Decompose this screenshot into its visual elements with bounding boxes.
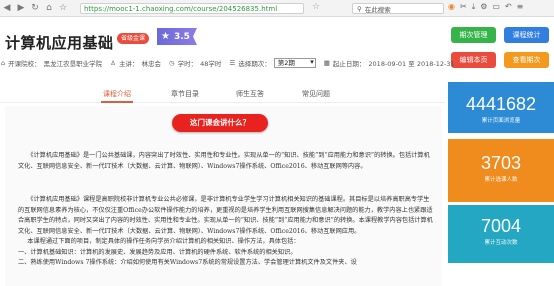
stat-page-views-value: 4441682: [465, 94, 537, 114]
hours-icon: ◷: [168, 58, 175, 67]
host-icon: ♙: [110, 58, 116, 67]
star-icon: ★: [161, 31, 170, 42]
dates-value: 2018-09-01 至 2018-12-31: [368, 59, 455, 68]
stat-enrollments-value: 3703: [480, 153, 522, 173]
intro-text-2: 《计算机应用基础》课程是高职院校非计算机专业公共必修课，是非计算机专业学生学习计…: [18, 196, 433, 235]
stat-enrollments-label: 累计选课人数: [484, 177, 518, 183]
cut-icon[interactable]: ✂: [460, 2, 467, 12]
school-label: 开课院校：: [8, 59, 41, 68]
period-icon: ☰: [229, 58, 236, 67]
stat-page-views-label: 累计页面浏览量: [481, 118, 521, 124]
intro-paragraph-2: 《计算机应用基础》课程是高职院校非计算机专业公共必修课，是非计算机专业学生学习计…: [18, 195, 433, 269]
undo-icon[interactable]: ↶: [505, 2, 512, 12]
course-stats-button[interactable]: 课程统计: [504, 27, 549, 43]
bookmark-star-icon[interactable]: ☆: [56, 3, 70, 13]
window-icon[interactable]: ▭: [492, 2, 500, 12]
host-name: 林忠会: [141, 59, 161, 68]
extension-icon[interactable]: ◉: [448, 2, 455, 12]
course-header: 计算机应用基础 省级金课 ★ 3.5 期次管理 课程统计 编辑本页 查看期次 ⌂…: [0, 18, 554, 76]
course-intro-content: 这门课会讲什么？ 《计算机应用基础》是一门公共基础课，内容突出了时效性、实用性和…: [5, 106, 442, 286]
back-icon[interactable]: ◀: [0, 3, 14, 13]
dates-label: 起止日期：: [332, 59, 366, 68]
search-placeholder: 在此搜索: [364, 5, 391, 14]
host-label: 主讲：: [118, 59, 139, 68]
hours-label: 学时：: [177, 59, 198, 68]
tab-qa[interactable]: 师生互答: [236, 89, 264, 99]
tab-chapters[interactable]: 章节目录: [171, 89, 199, 99]
course-level-badge: 省级金课: [117, 33, 150, 44]
browser-extension-icons: ◉ ✂ ⤓ ⚙ ▭ ↶ ≡: [448, 2, 523, 12]
menu-icon[interactable]: ≡: [517, 2, 524, 12]
dates-icon: ▦: [323, 58, 330, 67]
intro-text-5: 二、熟练使用Windows 7操作系统：介绍如何使用有关Windows7系统的常…: [18, 259, 357, 266]
browser-search-input[interactable]: ⚲ 在此搜索: [352, 3, 444, 14]
address-bar[interactable]: https://mooc1-1.chaoxing.com/course/2045…: [80, 3, 304, 14]
stat-interactions: 7004 累计互动次数: [448, 205, 554, 263]
page-title: 计算机应用基础: [5, 34, 114, 52]
course-meta: ⌂ 开课院校： 黑龙江农垦职业学院 ♙ 主讲： 林忠会 ◷ 学时： 48学时 ☰…: [0, 56, 554, 69]
tab-course-intro[interactable]: 课程介绍: [103, 89, 131, 99]
period-label: 选择期次：: [238, 59, 271, 68]
hours-value: 48学时: [200, 59, 222, 68]
school-icon: ⌂: [1, 58, 6, 67]
score-badge: ★ 3.5: [157, 28, 197, 45]
intro-text-4: 一、计算机基础知识：计算机的发展史、发展趋势及应用、计算机的硬件系统、软件系统的…: [18, 248, 297, 256]
intro-text-3: 本课程通过下面的项目，制定具体的操作任务向学员介绍计算机的相关知识、操作方法，具…: [27, 238, 300, 245]
home-icon[interactable]: ⌂: [42, 3, 56, 13]
stat-page-views: 4441682 累计页面浏览量: [448, 82, 554, 133]
forward-icon[interactable]: ▶: [14, 3, 28, 13]
page-star-icon[interactable]: ☆: [312, 2, 320, 12]
download-icon[interactable]: ⤓: [472, 2, 476, 12]
search-icon: ⚲: [357, 4, 362, 13]
tab-faq[interactable]: 常见问题: [302, 89, 330, 99]
active-tab-indicator: [101, 101, 133, 103]
stat-interactions-label: 累计互动次数: [484, 240, 518, 246]
intro-heading-pill: 这门课会讲什么？: [172, 114, 268, 132]
tools-icon[interactable]: ⚙: [480, 2, 487, 12]
reload-icon[interactable]: ↻: [28, 3, 42, 13]
course-tabs: 课程介绍 章节目录 师生互答 常见问题: [0, 87, 445, 103]
intro-paragraph-1: 《计算机应用基础》是一门公共基础课，内容突出了时效性、实用性和专业性。实现从单一…: [18, 151, 433, 172]
url-text: https://mooc1-1.chaoxing.com/course/2045…: [84, 4, 278, 13]
score-value: 3.5: [173, 31, 190, 42]
period-manage-button[interactable]: 期次管理: [451, 27, 496, 43]
stat-interactions-value: 7004: [480, 216, 522, 236]
school-name: 黑龙江农垦职业学院: [43, 59, 103, 68]
intro-text-1: 《计算机应用基础》是一门公共基础课，内容突出了时效性、实用性和专业性。实现从单一…: [18, 152, 430, 170]
period-select[interactable]: 第2期: [273, 57, 316, 68]
stat-enrollments: 3703 累计选课人数: [448, 139, 554, 202]
